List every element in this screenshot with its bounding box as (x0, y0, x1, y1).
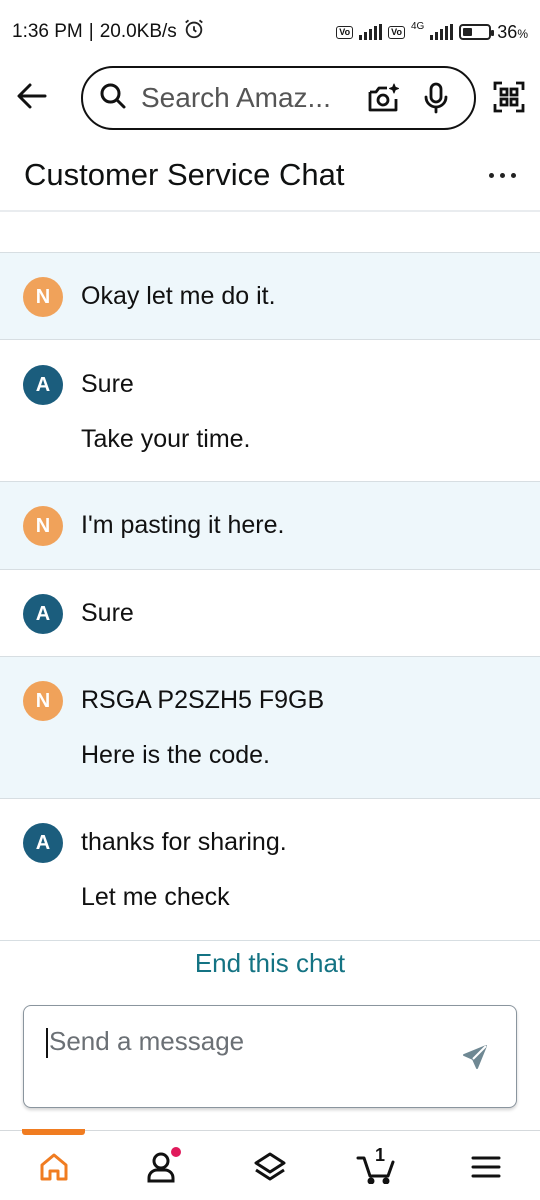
search-header: Search Amaz... (0, 64, 540, 132)
status-bar: 1:36 PM | 20.0KB/s Vo Vo 4G 36% (0, 0, 540, 64)
message-user: N I'm pasting it here. (0, 481, 540, 569)
message-text: I'm pasting it here. (81, 511, 285, 539)
send-arrow-icon[interactable] (460, 1042, 490, 1072)
text-cursor (46, 1028, 48, 1058)
microphone-icon[interactable] (416, 78, 456, 118)
message-text: Take your time. (81, 425, 251, 453)
volte-icon: Vo (336, 25, 354, 39)
message-text: Sure (81, 599, 134, 627)
hamburger-menu-icon[interactable] (464, 1145, 508, 1189)
alarm-clock-icon (183, 18, 205, 46)
battery-fill (463, 28, 472, 36)
avatar-user: N (23, 277, 63, 317)
person-icon[interactable] (139, 1145, 183, 1189)
message-placeholder: Send a message (49, 1026, 245, 1056)
status-right: Vo Vo 4G 36% (336, 20, 528, 43)
status-left: 1:36 PM | 20.0KB/s (12, 18, 205, 46)
cart-count: 1 (375, 1145, 386, 1165)
message-text: Here is the code. (81, 741, 270, 769)
qr-scan-icon[interactable] (490, 78, 528, 116)
arrow-left-icon[interactable] (14, 78, 50, 114)
message-agent: A Sure (0, 569, 540, 656)
message-text: RSGA P2SZH5 F9GB (81, 686, 325, 714)
message-text: Sure (81, 370, 134, 398)
more-dots-icon[interactable] (489, 172, 516, 178)
signal-icon (359, 24, 383, 40)
notification-badge (171, 1147, 181, 1157)
search-input[interactable]: Search Amaz... (81, 66, 476, 130)
chat-header: Customer Service Chat (0, 140, 540, 212)
status-time: 1:36 PM (12, 21, 83, 42)
avatar-agent: A (23, 365, 63, 405)
nav-active-indicator (22, 1129, 85, 1135)
bottom-nav: 1 (0, 1129, 540, 1200)
avatar-user: N (23, 681, 63, 721)
status-speed: 20.0KB/s (99, 21, 177, 42)
status-separator: | (88, 21, 94, 42)
avatar-user: N (23, 506, 63, 546)
signal-icon-2 (430, 24, 454, 40)
end-chat-link[interactable]: End this chat (0, 940, 540, 986)
message-text: Okay let me do it. (81, 282, 276, 310)
end-chat-label: End this chat (194, 948, 346, 978)
message-text: thanks for sharing. (81, 828, 287, 856)
battery-percent: 36% (497, 21, 528, 42)
page-title: Customer Service Chat (24, 157, 345, 192)
message-user: N Okay let me do it. (0, 252, 540, 339)
home-icon[interactable] (32, 1145, 76, 1189)
message-list[interactable]: N Okay let me do it. A Sure Take your ti… (0, 214, 540, 940)
search-icon (99, 82, 127, 115)
volte-icon-2: Vo (388, 25, 405, 39)
network-4g-label: 4G (410, 20, 425, 32)
message-user: N RSGA P2SZH5 F9GB Here is the code. (0, 656, 540, 798)
cart-icon[interactable]: 1 (355, 1145, 399, 1189)
avatar-agent: A (23, 823, 63, 863)
message-agent: A Sure Take your time. (0, 339, 540, 481)
camera-sparkle-icon[interactable] (364, 78, 404, 118)
search-placeholder: Search Amaz... (141, 82, 331, 113)
battery-icon (459, 24, 495, 40)
message-agent: A thanks for sharing. Let me check (0, 798, 540, 940)
message-text: Let me check (81, 883, 230, 911)
layers-icon[interactable] (248, 1145, 292, 1189)
message-input[interactable]: Send a message (23, 1005, 517, 1108)
avatar-agent: A (23, 594, 63, 634)
